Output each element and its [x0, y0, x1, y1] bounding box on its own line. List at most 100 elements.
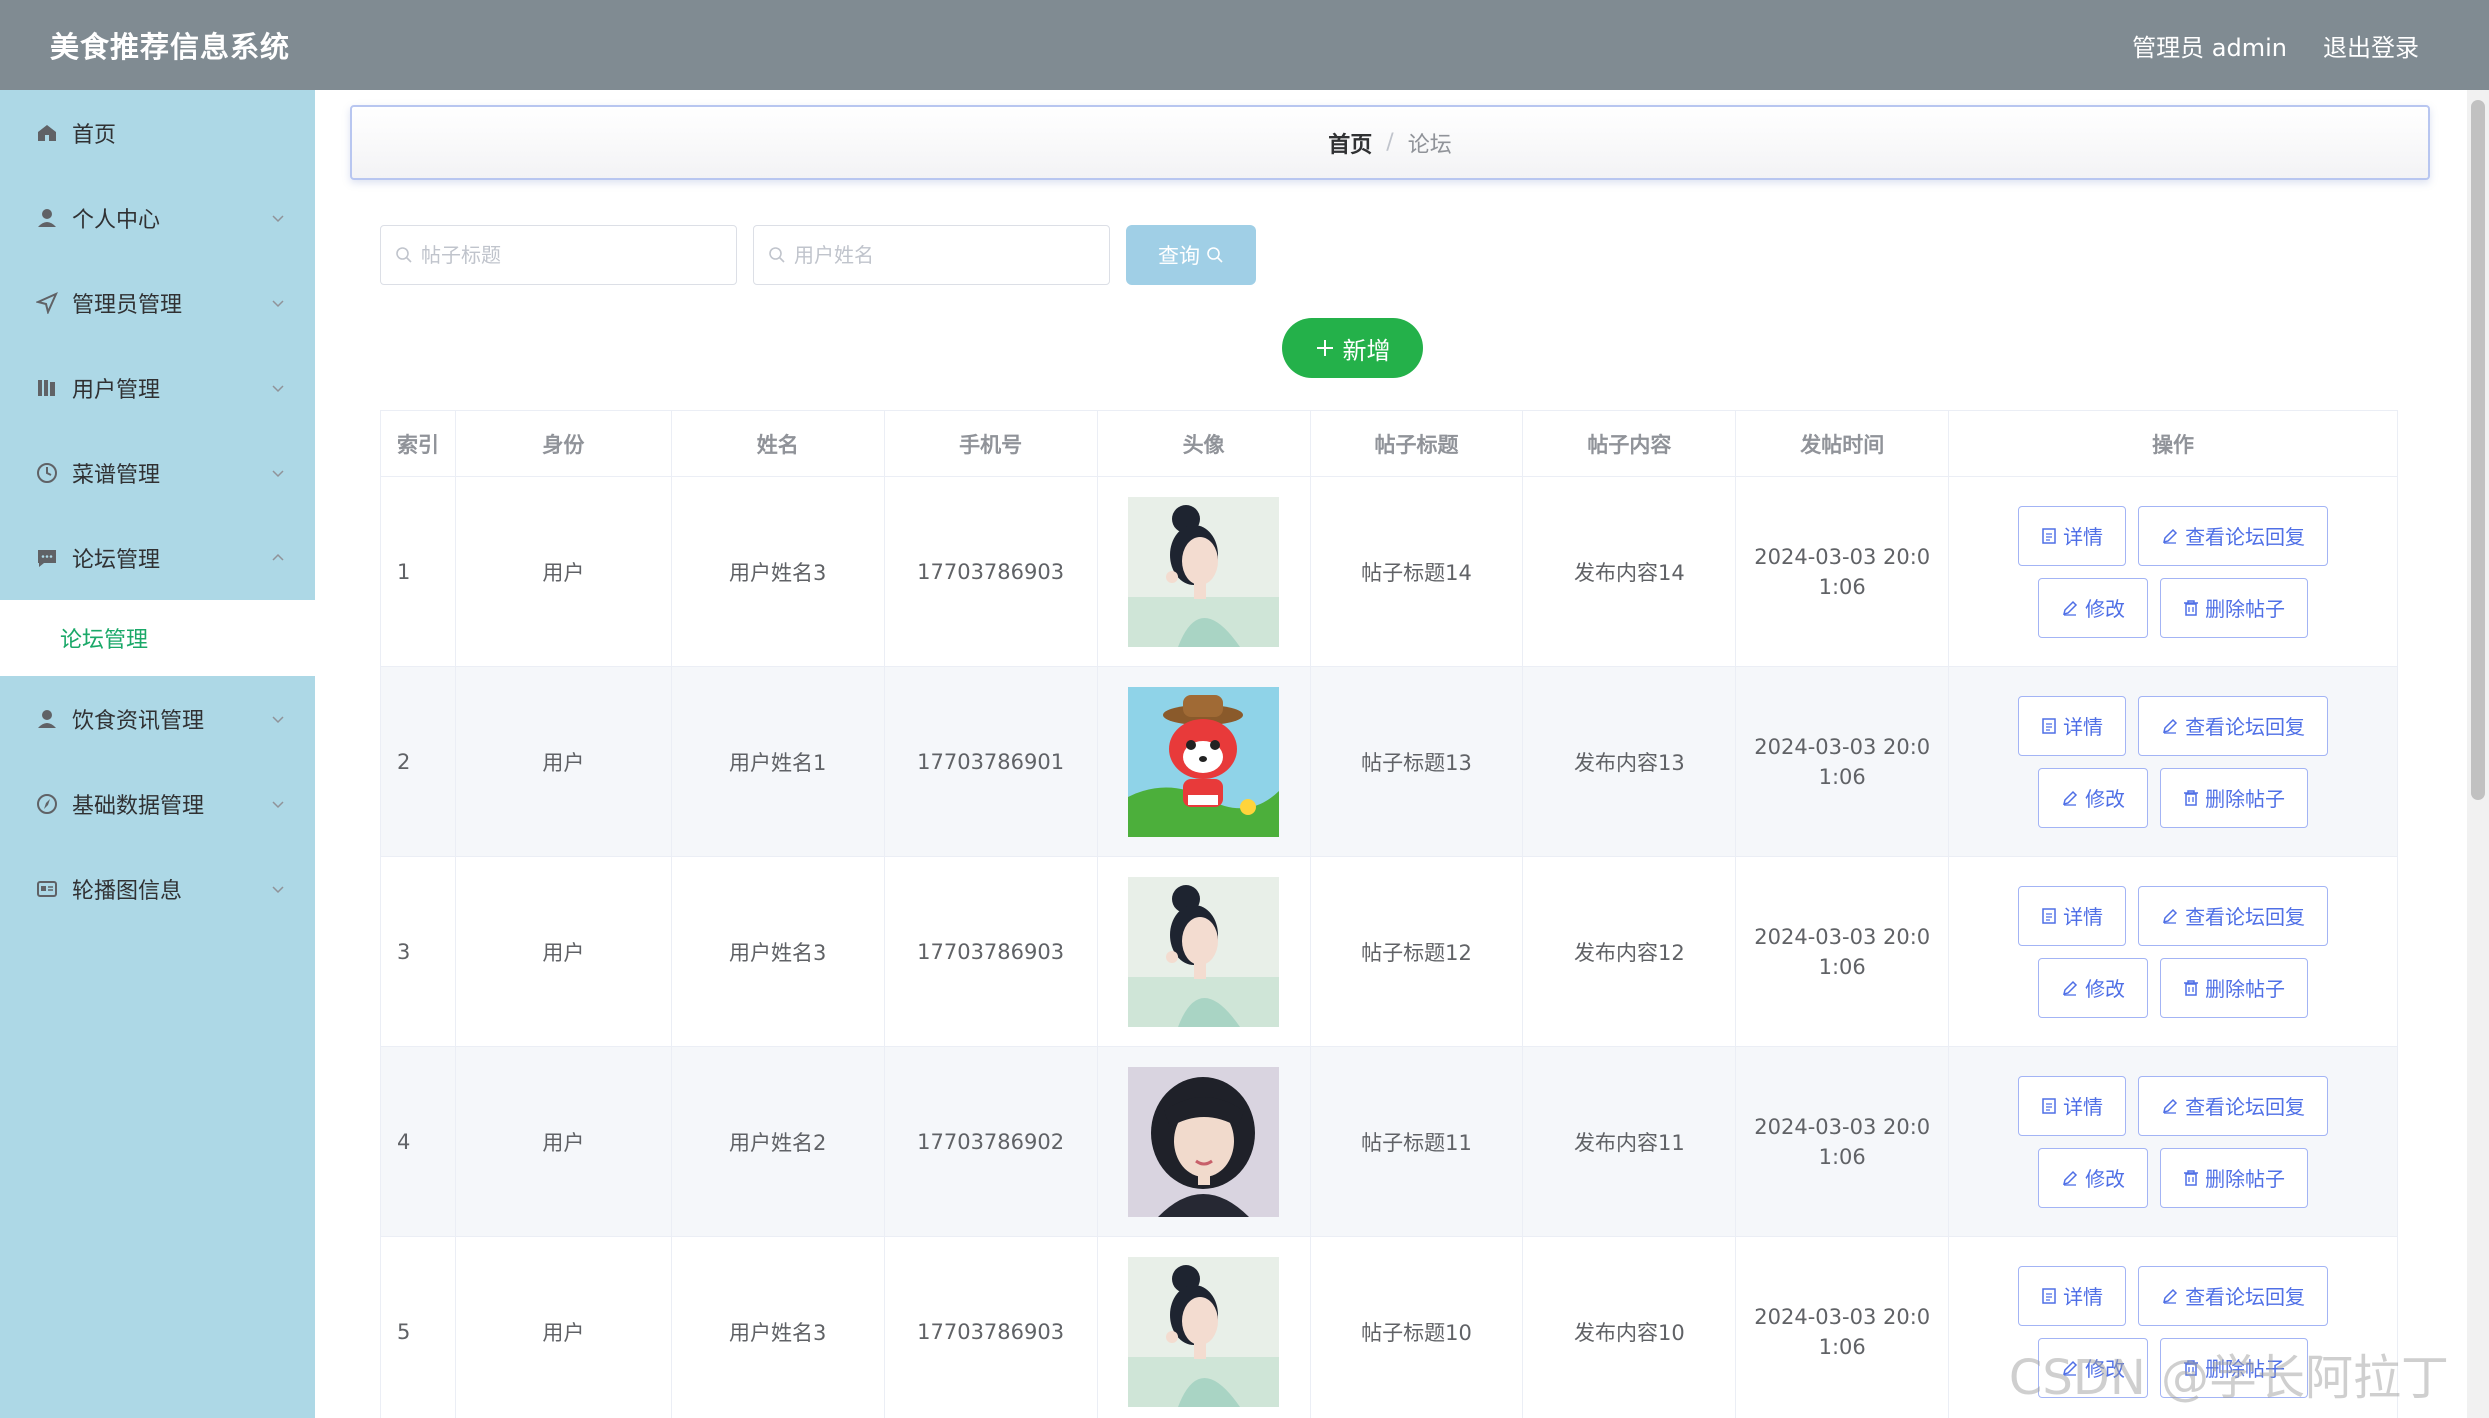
user-name-input[interactable]	[794, 243, 1094, 267]
breadcrumb-home[interactable]: 首页	[1328, 127, 1372, 159]
document-icon	[2042, 907, 2056, 924]
table-row: 2 用户 用户姓名1 17703786901 帖子标题13 发布内容13 202…	[380, 666, 2398, 857]
column-header: 操作	[1948, 410, 2398, 477]
sidebar-item-home[interactable]: 首页	[0, 90, 315, 175]
delete-post-button[interactable]: 删除帖子	[2160, 957, 2309, 1018]
view-replies-button[interactable]: 查看论坛回复	[2138, 1075, 2329, 1136]
table-row: 4 用户 用户姓名2 17703786902 帖子标题11 发布内容11 202…	[380, 1046, 2398, 1237]
document-icon	[2042, 717, 2056, 734]
user-avatar-image	[1128, 876, 1280, 1027]
cell-post-title: 帖子标题14	[1309, 476, 1524, 667]
sidebar-item-carousel[interactable]: 轮播图信息	[0, 846, 315, 931]
logout-link[interactable]: 退出登录	[2323, 28, 2419, 63]
cell-post-content: 发布内容10	[1522, 1236, 1737, 1418]
cell-avatar	[1096, 856, 1311, 1047]
post-time-line: 1:06	[1818, 1334, 1866, 1359]
add-button[interactable]: 新增	[1282, 318, 1423, 378]
cell-role: 用户	[454, 666, 672, 857]
cell-post-title: 帖子标题12	[1309, 856, 1524, 1047]
detail-button[interactable]: 详情	[2018, 1075, 2127, 1136]
edit-button[interactable]: 修改	[2038, 577, 2149, 638]
edit-icon	[2063, 1170, 2078, 1186]
user-icon	[36, 708, 58, 730]
chevron-up-icon	[272, 553, 284, 561]
page-scrollbar[interactable]	[2467, 90, 2489, 1418]
post-title-search	[380, 225, 737, 285]
cell-post-time: 2024-03-03 20:0 1:06	[1735, 476, 1950, 667]
table-row: 1 用户 用户姓名3 17703786903 帖子标题14 发布内容14 202…	[380, 476, 2398, 667]
chevron-down-icon	[272, 800, 284, 808]
cell-avatar	[1096, 1236, 1311, 1418]
detail-button[interactable]: 详情	[2018, 695, 2127, 756]
sidebar-item-users[interactable]: 用户管理	[0, 345, 315, 430]
cell-name: 用户姓名3	[670, 1236, 885, 1418]
sidebar-subitem-forum-management[interactable]: 论坛管理	[0, 600, 315, 676]
edit-icon	[2063, 980, 2078, 996]
cell-name: 用户姓名3	[670, 476, 885, 667]
view-replies-button[interactable]: 查看论坛回复	[2138, 1265, 2329, 1326]
cell-post-content: 发布内容11	[1522, 1046, 1737, 1237]
chevron-down-icon	[272, 299, 284, 307]
forum-table: 索引 身份 姓名 手机号 头像 帖子标题 帖子内容 发帖时间 操作 1 用户 用…	[380, 410, 2398, 1418]
main-content: 首页 / 论坛 查询 新增 索引 身份 姓名 手机号 头像 帖	[315, 90, 2465, 1418]
delete-post-button-label: 删除帖子	[2205, 977, 2286, 1001]
view-replies-button[interactable]: 查看论坛回复	[2138, 505, 2329, 566]
sidebar-item-profile[interactable]: 个人中心	[0, 175, 315, 260]
sidebar-item-label: 管理员管理	[72, 292, 183, 318]
chat-icon	[36, 547, 58, 569]
cell-post-title: 帖子标题11	[1309, 1046, 1524, 1237]
delete-post-button[interactable]: 删除帖子	[2160, 767, 2309, 828]
post-time-line: 2024-03-03 20:0	[1754, 924, 1931, 949]
app-title: 美食推荐信息系统	[50, 30, 291, 64]
edit-button[interactable]: 修改	[2038, 767, 2149, 828]
cell-name: 用户姓名3	[670, 856, 885, 1047]
sidebar-item-diet-news[interactable]: 饮食资讯管理	[0, 676, 315, 761]
sidebar-item-recipes[interactable]: 菜谱管理	[0, 430, 315, 515]
edit-icon	[2063, 790, 2078, 806]
query-button[interactable]: 查询	[1126, 225, 1256, 285]
books-icon	[36, 377, 58, 399]
view-replies-button-label: 查看论坛回复	[2185, 715, 2306, 739]
table-row: 3 用户 用户姓名3 17703786903 帖子标题12 发布内容12 202…	[380, 856, 2398, 1047]
view-replies-button[interactable]: 查看论坛回复	[2138, 695, 2329, 756]
view-replies-button[interactable]: 查看论坛回复	[2138, 885, 2329, 946]
cell-index: 2	[380, 666, 456, 857]
compass-icon	[36, 793, 58, 815]
edit-button-label: 修改	[2085, 787, 2126, 811]
edit-button[interactable]: 修改	[2038, 957, 2149, 1018]
edit-icon	[2163, 718, 2178, 734]
document-icon	[2042, 1097, 2056, 1114]
view-replies-button-label: 查看论坛回复	[2185, 905, 2306, 929]
delete-post-button[interactable]: 删除帖子	[2160, 1147, 2309, 1208]
delete-post-button[interactable]: 删除帖子	[2160, 577, 2309, 638]
sidebar-item-admins[interactable]: 管理员管理	[0, 260, 315, 345]
cell-actions: 详情 查看论坛回复 修改 删除帖子	[1948, 476, 2398, 667]
top-header: 美食推荐信息系统 管理员 admin 退出登录	[0, 0, 2489, 90]
chevron-down-icon	[272, 384, 284, 392]
sidebar-item-label: 基础数据管理	[72, 793, 205, 819]
cell-index: 5	[380, 1236, 456, 1418]
sidebar-item-forum[interactable]: 论坛管理	[0, 515, 315, 600]
user-avatar-image	[1128, 686, 1280, 837]
detail-button-label: 详情	[2063, 715, 2104, 739]
edit-button[interactable]: 修改	[2038, 1147, 2149, 1208]
scrollbar-thumb[interactable]	[2471, 100, 2485, 800]
detail-button[interactable]: 详情	[2018, 885, 2127, 946]
plus-icon	[1316, 340, 1333, 356]
watermark: CSDN @学长阿拉丁	[2008, 1350, 2449, 1406]
post-time-line: 1:06	[1818, 1144, 1866, 1169]
edit-icon	[2063, 600, 2078, 616]
cell-avatar	[1096, 666, 1311, 857]
cell-actions: 详情 查看论坛回复 修改 删除帖子	[1948, 666, 2398, 857]
sidebar-item-base-data[interactable]: 基础数据管理	[0, 761, 315, 846]
sidebar-item-label: 轮播图信息	[72, 878, 183, 904]
cell-phone: 17703786901	[883, 666, 1098, 857]
trash-icon	[2184, 979, 2199, 996]
detail-button[interactable]: 详情	[2018, 505, 2127, 566]
user-avatar-image	[1128, 1066, 1280, 1217]
detail-button[interactable]: 详情	[2018, 1265, 2127, 1326]
cell-role: 用户	[454, 476, 672, 667]
cell-post-content: 发布内容14	[1522, 476, 1737, 667]
delete-post-button-label: 删除帖子	[2205, 787, 2286, 811]
post-title-input[interactable]	[421, 243, 721, 267]
